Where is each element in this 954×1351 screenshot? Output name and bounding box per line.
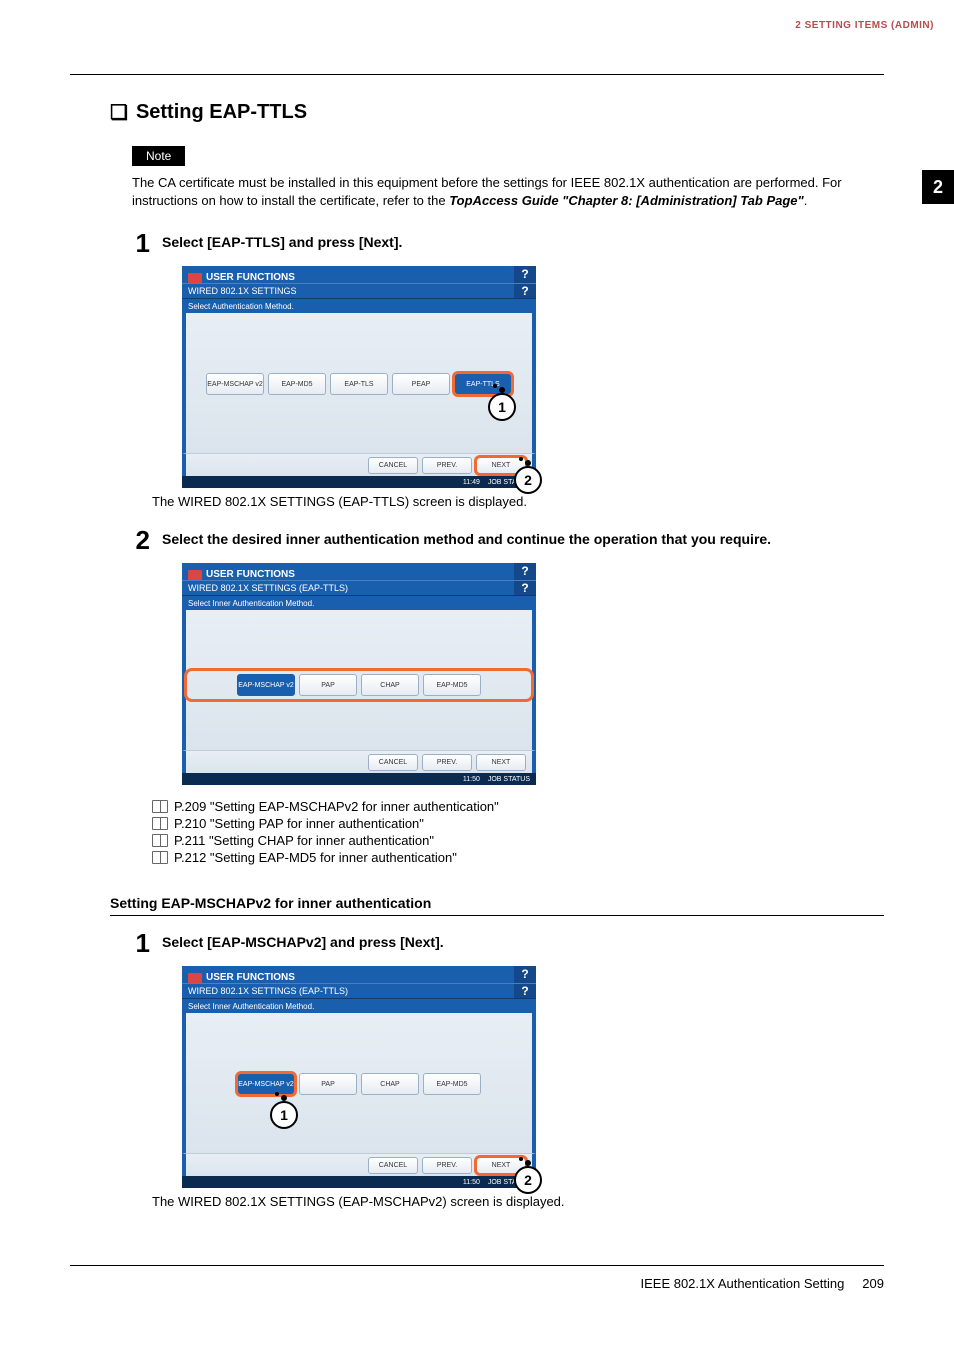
eap-mschapv2-button[interactable]: EAP-MSCHAP v2 [237,1073,295,1095]
reference-link: P.212 "Setting EAP-MD5 for inner authent… [152,850,884,865]
chap-button[interactable]: CHAP [361,1073,419,1095]
screenshot-inner-mschapv2: USER FUNCTIONS? WIRED 802.1X SETTINGS (E… [182,966,536,1188]
page-number: 209 [862,1276,884,1291]
help-icon[interactable]: ? [514,563,536,580]
eap-md5-button[interactable]: EAP-MD5 [268,373,326,395]
section-title-text: Setting EAP-TTLS [136,101,307,124]
step-number: 1 [124,930,150,956]
callout-1: 1 [488,393,516,421]
eap-mschapv2-button[interactable]: EAP-MSCHAP v2 [237,674,295,696]
note-body: The CA certificate must be installed in … [132,174,884,210]
help-icon[interactable]: ? [514,266,536,283]
help-icon[interactable]: ? [514,581,536,595]
callout-1: 1 [270,1101,298,1129]
callout-2: 2 [514,466,542,494]
footer-label: IEEE 802.1X Authentication Setting [640,1276,844,1291]
header-breadcrumb: 2 SETTING ITEMS (ADMIN) [20,20,934,31]
step-instruction: Select [EAP-MSCHAPv2] and press [Next]. [162,934,444,956]
cancel-button[interactable]: CANCEL [368,754,418,771]
eap-md5-button[interactable]: EAP-MD5 [423,1073,481,1095]
eap-tls-button[interactable]: EAP-TLS [330,373,388,395]
step-instruction: Select the desired inner authentication … [162,531,771,553]
eap-md5-button[interactable]: EAP-MD5 [423,674,481,696]
help-icon[interactable]: ? [514,984,536,998]
step-instruction: Select [EAP-TTLS] and press [Next]. [162,234,402,256]
callout-2: 2 [514,1166,542,1194]
square-marker-icon: ❏ [110,103,128,123]
reference-link: P.209 "Setting EAP-MSCHAPv2 for inner au… [152,799,884,814]
step-number: 1 [124,230,150,256]
step-result-text: The WIRED 802.1X SETTINGS (EAP-MSCHAPv2)… [152,1194,884,1209]
pap-button[interactable]: PAP [299,1073,357,1095]
note-label: Note [132,146,185,166]
screenshot-auth-method: USER FUNCTIONS? WIRED 802.1X SETTINGS? S… [182,266,536,488]
section-title: ❏ Setting EAP-TTLS [70,101,884,124]
book-icon [152,834,168,847]
next-button[interactable]: NEXT [476,754,526,771]
help-icon[interactable]: ? [514,284,536,298]
cancel-button[interactable]: CANCEL [368,457,418,474]
pap-button[interactable]: PAP [299,674,357,696]
step-number: 2 [124,527,150,553]
peap-button[interactable]: PEAP [392,373,450,395]
screenshot-inner-method: USER FUNCTIONS? WIRED 802.1X SETTINGS (E… [182,563,536,785]
chap-button[interactable]: CHAP [361,674,419,696]
book-icon [152,817,168,830]
book-icon [152,851,168,864]
reference-link: P.211 "Setting CHAP for inner authentica… [152,833,884,848]
chapter-side-tab: 2 [922,170,954,204]
prev-button[interactable]: PREV. [422,754,472,771]
book-icon [152,800,168,813]
reference-link: P.210 "Setting PAP for inner authenticat… [152,816,884,831]
subsection-heading: Setting EAP-MSCHAPv2 for inner authentic… [110,895,884,911]
prev-button[interactable]: PREV. [422,1157,472,1174]
divider [110,915,884,916]
cancel-button[interactable]: CANCEL [368,1157,418,1174]
step-result-text: The WIRED 802.1X SETTINGS (EAP-TTLS) scr… [152,494,884,509]
prev-button[interactable]: PREV. [422,457,472,474]
eap-mschapv2-button[interactable]: EAP-MSCHAP v2 [206,373,264,395]
help-icon[interactable]: ? [514,966,536,983]
